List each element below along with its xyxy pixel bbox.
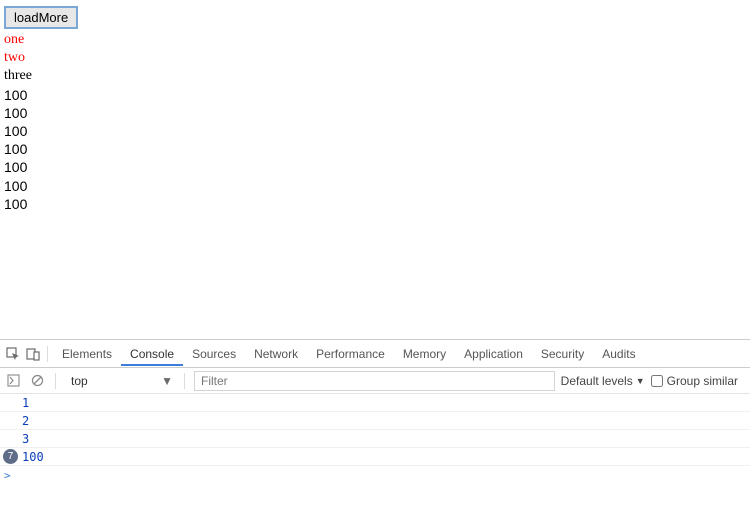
tab-memory[interactable]: Memory — [394, 342, 455, 366]
group-similar-input[interactable] — [651, 375, 663, 387]
device-icon[interactable] — [24, 345, 42, 363]
log-levels-select[interactable]: Default levels ▼ — [561, 374, 645, 388]
dropdown-arrow-icon: ▼ — [636, 376, 645, 386]
console-output: 123 — [0, 394, 750, 448]
tab-elements[interactable]: Elements — [53, 342, 121, 366]
filter-input[interactable] — [194, 371, 555, 391]
list-item: 100 — [4, 86, 746, 104]
tab-audits[interactable]: Audits — [593, 342, 644, 366]
inspect-icon[interactable] — [4, 345, 22, 363]
separator — [47, 346, 48, 362]
log-levels-label: Default levels — [561, 374, 633, 388]
console-prompt[interactable]: > — [0, 466, 750, 484]
clear-console-icon[interactable] — [28, 372, 46, 390]
context-select[interactable]: top ▼ — [65, 371, 175, 391]
list-item: 100 — [4, 122, 746, 140]
separator — [184, 373, 185, 389]
list-item: 100 — [4, 140, 746, 158]
dropdown-arrow-icon: ▼ — [161, 374, 173, 388]
list-item: two — [4, 49, 746, 67]
tab-application[interactable]: Application — [455, 342, 532, 366]
load-more-button[interactable]: loadMore — [4, 6, 78, 29]
page-content: loadMore onetwothree10010010010010010010… — [0, 0, 750, 219]
tab-sources[interactable]: Sources — [183, 342, 245, 366]
list-item: 100 — [4, 195, 746, 213]
tab-network[interactable]: Network — [245, 342, 307, 366]
tab-console[interactable]: Console — [121, 342, 183, 366]
console-toolbar: top ▼ Default levels ▼ Group similar — [0, 368, 750, 394]
list-item: three — [4, 67, 746, 85]
group-similar-checkbox[interactable]: Group similar — [651, 374, 738, 388]
console-row: 3 — [0, 430, 750, 448]
group-similar-label: Group similar — [667, 374, 738, 388]
list-item: one — [4, 31, 746, 49]
items-list: onetwothree100100100100100100100 — [4, 31, 746, 213]
separator — [55, 373, 56, 389]
sidebar-toggle-icon[interactable] — [4, 372, 22, 390]
tab-performance[interactable]: Performance — [307, 342, 394, 366]
repeat-count-badge: 7 — [3, 449, 18, 464]
list-item: 100 — [4, 177, 746, 195]
console-row: 1 — [0, 394, 750, 412]
console-row: 2 — [0, 412, 750, 430]
context-select-value: top — [71, 374, 88, 388]
list-item: 100 — [4, 158, 746, 176]
list-item: 100 — [4, 104, 746, 122]
tab-security[interactable]: Security — [532, 342, 593, 366]
console-grouped-row: 7 100 — [0, 448, 750, 466]
devtools-tabs: ElementsConsoleSourcesNetworkPerformance… — [0, 340, 750, 368]
devtools-panel: ElementsConsoleSourcesNetworkPerformance… — [0, 339, 750, 516]
console-value: 100 — [22, 450, 44, 464]
